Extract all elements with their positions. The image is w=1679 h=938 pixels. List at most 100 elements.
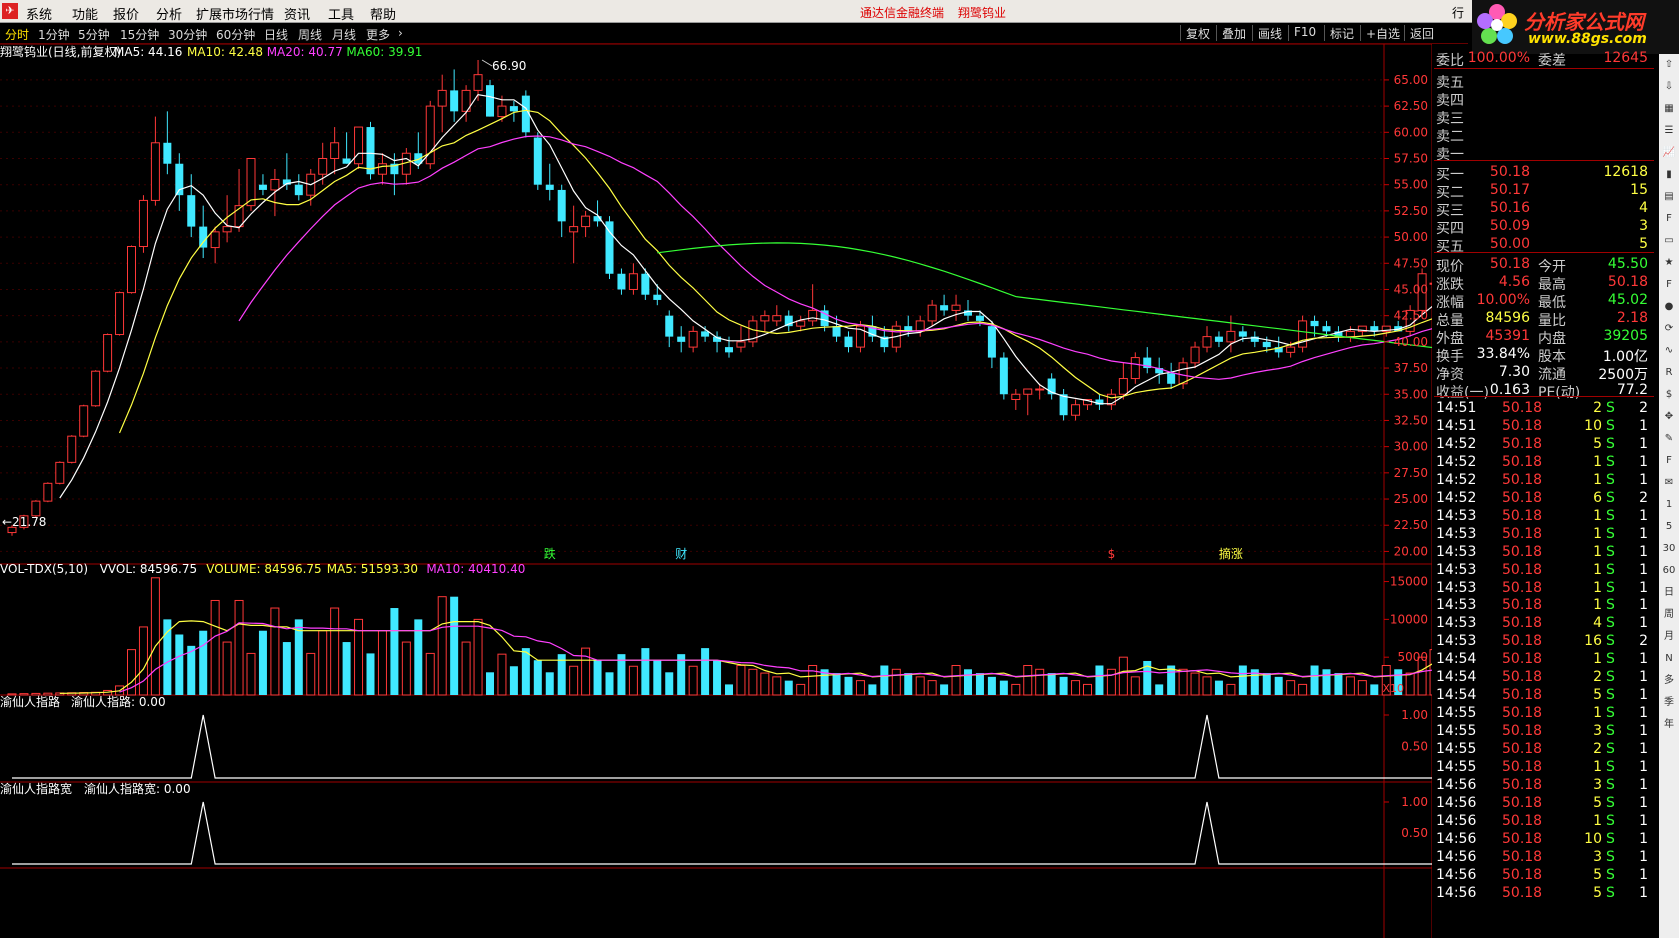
menu-system[interactable]: 系统 — [26, 4, 52, 23]
up-arrow-icon[interactable]: ⇧ — [1659, 54, 1679, 76]
book-icon[interactable]: ▤ — [1659, 186, 1679, 208]
sidebar-period-季[interactable]: 季 — [1659, 692, 1679, 714]
trade-vol: 3 — [1593, 776, 1602, 793]
trade-side: S — [1606, 687, 1615, 704]
kline-chart[interactable]: 65.00 62.50 60.00 57.50 55.00 52.50 50.00 47.50… — [0, 44, 1432, 938]
volume-bar — [628, 665, 638, 696]
tool-f10[interactable]: F10 — [1288, 25, 1321, 41]
volume-bar — [593, 660, 602, 695]
pen-icon[interactable]: ✎ — [1659, 428, 1679, 450]
period-more[interactable]: 更多 — [366, 26, 390, 43]
sidebar-period-月[interactable]: 月 — [1659, 626, 1679, 648]
trade-time: 14:53 — [1436, 507, 1477, 524]
panel-separator — [1434, 396, 1654, 397]
menu-help[interactable]: 帮助 — [370, 4, 396, 23]
sidebar-period-5[interactable]: 5 — [1659, 516, 1679, 538]
menu-info[interactable]: 资讯 — [284, 4, 310, 23]
menu-analysis[interactable]: 分析 — [156, 4, 182, 23]
mail-icon[interactable]: ✉ — [1659, 472, 1679, 494]
down-arrow-icon[interactable]: ⇩ — [1659, 76, 1679, 98]
wave-icon[interactable]: ∿ — [1659, 340, 1679, 362]
sidebar-period-30[interactable]: 30 — [1659, 538, 1679, 560]
price-tick-label: 55.00 — [1394, 178, 1428, 192]
menu-tools[interactable]: 工具 — [328, 4, 354, 23]
stat-row: 换手 33.84% 股本 1.00亿 — [1434, 346, 1654, 365]
stock-title: 翔鹭钨业 — [958, 6, 1007, 20]
f2-icon[interactable]: F — [1659, 274, 1679, 296]
tool-mark[interactable]: 标记 — [1324, 25, 1359, 41]
sidebar-period-年[interactable]: 年 — [1659, 714, 1679, 736]
volume-bar — [1071, 680, 1081, 696]
trade-count: 1 — [1639, 776, 1648, 793]
vol-label: MA5: 51593.30 — [327, 562, 418, 576]
volume-bar — [1357, 680, 1367, 696]
sidebar-period-多[interactable]: 多 — [1659, 670, 1679, 692]
trade-vol: 5 — [1593, 884, 1602, 901]
trade-vol: 10 — [1584, 417, 1602, 434]
tool-draw[interactable]: 画线 — [1252, 25, 1287, 41]
dollar-icon[interactable]: $ — [1659, 384, 1679, 406]
trade-time: 14:53 — [1436, 561, 1477, 578]
buy-price: 50.18 — [1489, 164, 1530, 180]
sidebar-period-N[interactable]: N — [1659, 648, 1679, 670]
tool-overlay[interactable]: 叠加 — [1216, 25, 1251, 41]
f5-icon[interactable]: F — [1659, 450, 1679, 472]
star-icon[interactable]: ★ — [1659, 252, 1679, 274]
menu-quote[interactable]: 报价 — [113, 4, 139, 23]
rsi-icon[interactable]: R — [1659, 362, 1679, 384]
period-fenshi[interactable]: 分时 — [5, 26, 29, 43]
chart-icon[interactable]: 📈 — [1659, 142, 1679, 164]
sidebar-period-周[interactable]: 周 — [1659, 604, 1679, 626]
circle-icon[interactable]: ● — [1659, 296, 1679, 318]
menu-ext-market[interactable]: 扩展市场行情 — [196, 4, 274, 23]
candle-body — [832, 326, 841, 337]
stat-value: 84596 — [1485, 310, 1530, 326]
stat-value: 50.18 — [1607, 274, 1648, 290]
stat-row: 涨跌 4.56 最高 50.18 — [1434, 274, 1654, 293]
period-month[interactable]: 月线 — [332, 26, 356, 43]
period-1min[interactable]: 1分钟 — [38, 26, 70, 43]
chevron-right-icon[interactable]: › — [398, 26, 403, 40]
volume-bar — [927, 680, 937, 696]
period-week[interactable]: 周线 — [298, 26, 322, 43]
sidebar-period-日[interactable]: 日 — [1659, 582, 1679, 604]
tool-add-watch[interactable]: +自选 — [1360, 25, 1405, 41]
period-30min[interactable]: 30分钟 — [168, 26, 207, 43]
menu-hang[interactable]: 行 — [1452, 4, 1464, 21]
ma5-line — [59, 93, 1432, 499]
sidebar-period-1[interactable]: 1 — [1659, 494, 1679, 516]
trade-price: 50.18 — [1502, 866, 1543, 883]
bar-icon[interactable]: ▮ — [1659, 164, 1679, 186]
menu-function[interactable]: 功能 — [72, 4, 98, 23]
period-60min[interactable]: 60分钟 — [216, 26, 255, 43]
sync-icon[interactable]: ⟳ — [1659, 318, 1679, 340]
trade-time: 14:56 — [1436, 812, 1477, 829]
list-icon[interactable]: ☰ — [1659, 120, 1679, 142]
trade-side: S — [1606, 615, 1615, 632]
candle-body — [258, 184, 267, 190]
trade-time: 14:51 — [1436, 417, 1477, 434]
trade-vol: 1 — [1593, 759, 1602, 775]
app-logo-icon[interactable]: ✈ — [2, 3, 18, 19]
period-day[interactable]: 日线 — [264, 26, 288, 43]
ma-label: MA10: 42.48 — [187, 45, 263, 59]
move-icon[interactable]: ✥ — [1659, 406, 1679, 428]
volume-bar — [306, 652, 316, 696]
f10-icon[interactable]: F — [1659, 208, 1679, 230]
trade-price: 50.18 — [1502, 741, 1543, 758]
quote-panel: 委比 100.00% 委差 12645 卖五 卖四 卖三 卖二 卖一 买一 50.18 12618 买二… — [1434, 50, 1654, 938]
period-5min[interactable]: 5分钟 — [78, 26, 110, 43]
low-label: ←21.78 — [2, 515, 46, 529]
period-15min[interactable]: 15分钟 — [120, 26, 159, 43]
tool-fuquan[interactable]: 复权 — [1180, 25, 1215, 41]
grid-icon[interactable]: ▦ — [1659, 98, 1679, 120]
trade-row: 14:53 50.18 1 S 1 — [1434, 597, 1654, 615]
sidebar-period-60[interactable]: 60 — [1659, 560, 1679, 582]
doc-icon[interactable]: ▭ — [1659, 230, 1679, 252]
candle-body — [127, 246, 136, 294]
vol-tick-label: 10000 — [1390, 612, 1428, 626]
tool-back[interactable]: 返回 — [1404, 25, 1439, 41]
event-marker: 财 — [675, 547, 687, 561]
trade-time: 14:51 — [1436, 400, 1477, 416]
trade-price: 50.18 — [1502, 597, 1543, 614]
